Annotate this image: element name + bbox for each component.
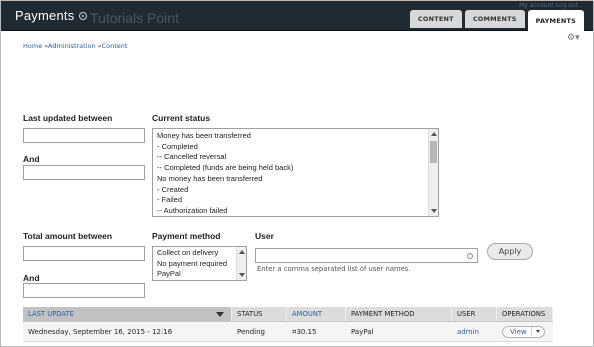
status-option[interactable]: - Completed <box>153 142 438 153</box>
table-header: LAST UPDATE STATUS AMOUNT PAYMENT METHOD… <box>23 307 553 322</box>
scroll-down-icon[interactable] <box>431 209 437 213</box>
payment-method-label: Payment method <box>152 231 221 241</box>
last-updated-label: Last updated between <box>23 113 113 123</box>
status-option[interactable]: - Created <box>153 185 438 196</box>
view-link[interactable]: View <box>510 328 527 336</box>
table-row: Wednesday, September 16, 2015 - 12:16 Pe… <box>23 322 553 342</box>
tab-comments[interactable]: COMMENTS <box>464 10 525 28</box>
status-option[interactable]: -- Cancelled reversal <box>153 152 438 163</box>
payments-table: LAST UPDATE STATUS AMOUNT PAYMENT METHOD… <box>23 307 553 342</box>
breadcrumb: Home »Administration »Content <box>23 42 127 50</box>
site-title[interactable]: Payments <box>15 8 74 23</box>
watermark: Tutorials Point <box>90 10 179 26</box>
last-updated-from-input[interactable] <box>23 128 145 143</box>
status-option[interactable]: No money has been transferred <box>153 174 438 185</box>
total-amount-label: Total amount between <box>23 231 113 241</box>
chevron-down-icon[interactable] <box>535 330 540 333</box>
user-label: User <box>255 231 274 241</box>
add-shortcut-icon[interactable] <box>79 12 87 20</box>
cell-operations: View <box>497 322 553 341</box>
last-updated-to-input[interactable] <box>23 165 145 180</box>
user-autocomplete-input[interactable] <box>255 248 478 263</box>
cell-payment-method: PayPal <box>351 327 374 336</box>
column-status: STATUS <box>232 307 287 321</box>
cell-last-update: Wednesday, September 16, 2015 - 12:16 <box>28 327 173 336</box>
current-status-label: Current status <box>152 113 211 123</box>
total-amount-to-input[interactable] <box>23 283 145 298</box>
cell-amount: ¤30.15 <box>292 327 317 336</box>
breadcrumb-content[interactable]: Content <box>102 42 128 50</box>
scroll-down-icon[interactable] <box>239 273 245 277</box>
column-user: USER <box>452 307 497 321</box>
scroll-up-icon[interactable] <box>431 132 437 136</box>
autocomplete-throbber-icon <box>467 253 473 259</box>
tab-payments[interactable]: PAYMENTS <box>527 10 584 31</box>
primary-tabs: CONTENT COMMENTS PAYMENTS <box>409 10 584 31</box>
status-option[interactable]: - Failed <box>153 195 438 206</box>
column-payment-method: PAYMENT METHOD <box>346 307 452 321</box>
and-label: And <box>23 154 40 164</box>
status-scrollbar[interactable] <box>428 129 438 216</box>
current-status-select[interactable]: Money has been transferred - Completed -… <box>152 128 439 217</box>
breadcrumb-home[interactable]: Home <box>23 42 42 50</box>
status-option[interactable]: -- Authorization failed <box>153 206 438 216</box>
column-label: LAST UPDATE <box>28 310 74 318</box>
status-option[interactable]: -- Completed (funds are being held back) <box>153 163 438 174</box>
scroll-up-icon[interactable] <box>239 250 245 254</box>
dropbutton-divider <box>530 327 532 336</box>
view-dropbutton[interactable]: View <box>502 325 545 338</box>
cell-status: Pending <box>237 327 265 336</box>
payment-method-select[interactable]: Collect on delivery No payment required … <box>152 246 247 281</box>
tab-content[interactable]: CONTENT <box>409 10 462 28</box>
total-amount-from-input[interactable] <box>23 246 145 261</box>
scroll-thumb[interactable] <box>430 141 437 163</box>
column-last-update[interactable]: LAST UPDATE <box>23 307 232 321</box>
gear-icon[interactable]: ⚙▾ <box>567 34 580 43</box>
and-label: And <box>23 273 40 283</box>
payment-method-option[interactable]: No payment required <box>153 259 246 270</box>
cell-user-link[interactable]: admin <box>452 322 497 341</box>
breadcrumb-administration[interactable]: Administration <box>48 42 96 50</box>
payment-method-scrollbar[interactable] <box>236 247 246 280</box>
user-hint: Enter a comma separated list of user nam… <box>257 265 411 273</box>
payment-method-option[interactable]: Collect on delivery <box>153 248 246 259</box>
admin-toolbar: Payments Tutorials Point My account Log … <box>0 0 594 31</box>
status-option[interactable]: Money has been transferred <box>153 131 438 142</box>
sort-descending-icon <box>216 312 224 317</box>
payment-method-option[interactable]: PayPal <box>153 269 246 280</box>
column-amount[interactable]: AMOUNT <box>287 307 346 321</box>
apply-button[interactable]: Apply <box>487 243 533 260</box>
account-links[interactable]: My account Log out <box>519 2 578 9</box>
column-operations: OPERATIONS <box>497 307 553 321</box>
